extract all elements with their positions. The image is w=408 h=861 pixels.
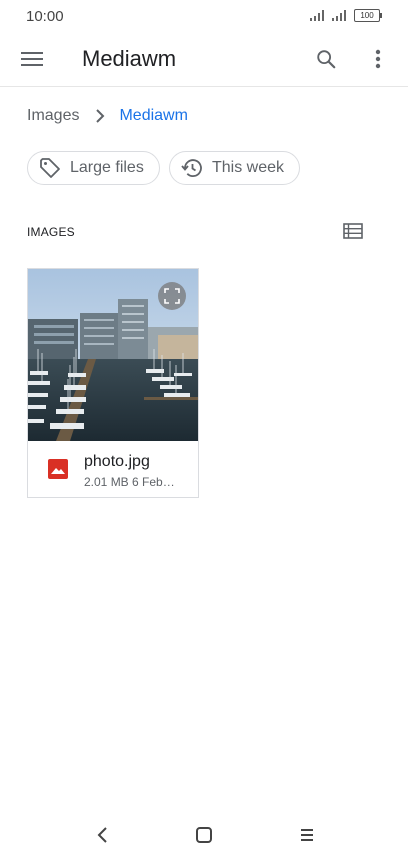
battery-level: 100 xyxy=(360,11,374,20)
expand-button[interactable] xyxy=(158,282,186,310)
status-icons: 100 xyxy=(310,9,382,22)
file-card[interactable]: photo.jpg 2.01 MB 6 Feb… xyxy=(27,268,199,498)
file-name: photo.jpg xyxy=(84,453,150,470)
recents-button[interactable] xyxy=(292,820,322,850)
home-button[interactable] xyxy=(189,820,219,850)
back-button[interactable] xyxy=(88,820,118,850)
file-size: 2.01 MB xyxy=(84,475,129,489)
list-view-icon xyxy=(343,223,363,239)
app-bar: Mediawm xyxy=(0,32,408,87)
chip-this-week-label: This week xyxy=(212,159,285,176)
breadcrumb-images[interactable]: Images xyxy=(27,107,79,125)
recents-icon xyxy=(301,829,313,841)
battery-icon: 100 xyxy=(354,9,382,22)
status-bar: 10:00 100 xyxy=(0,0,408,32)
back-icon xyxy=(97,827,107,843)
image-file-icon xyxy=(48,459,68,479)
fullscreen-icon xyxy=(164,288,180,304)
hamburger-icon xyxy=(21,52,43,66)
chip-this-week[interactable]: This week xyxy=(169,151,300,185)
breadcrumb-current[interactable]: Mediawm xyxy=(119,107,187,125)
history-icon xyxy=(181,159,202,177)
chip-large-files-label: Large files xyxy=(70,159,144,176)
chip-large-files[interactable]: Large files xyxy=(27,151,160,185)
chevron-right-icon xyxy=(95,109,105,123)
list-view-button[interactable] xyxy=(336,214,370,248)
more-vert-icon xyxy=(375,49,381,69)
tag-icon xyxy=(40,158,60,178)
breadcrumb: Images Mediawm xyxy=(27,104,188,128)
section-header-images: IMAGES xyxy=(27,225,75,239)
status-time: 10:00 xyxy=(26,8,64,25)
system-nav-bar xyxy=(0,808,408,861)
signal-icon xyxy=(310,10,324,21)
home-icon xyxy=(196,827,212,843)
file-date: 6 Feb… xyxy=(132,475,175,489)
signal-icon-2 xyxy=(332,10,346,21)
search-button[interactable] xyxy=(306,39,346,79)
search-icon xyxy=(317,50,336,69)
more-options-button[interactable] xyxy=(358,39,398,79)
image-thumbnail[interactable] xyxy=(28,269,198,441)
file-meta: 2.01 MB 6 Feb… xyxy=(84,475,188,489)
app-title: Mediawm xyxy=(82,46,177,71)
menu-button[interactable] xyxy=(12,39,52,79)
